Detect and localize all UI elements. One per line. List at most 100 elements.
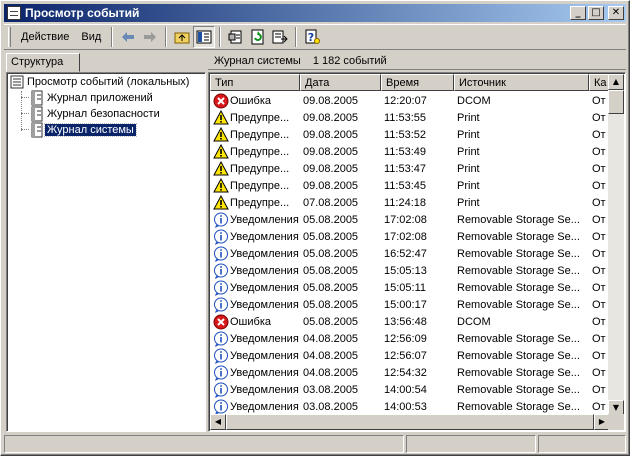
- cell-category: От: [592, 213, 606, 226]
- table-row[interactable]: Ошибка 09.08.2005 12:20:07 DCOM От: [210, 92, 609, 109]
- up-folder-icon[interactable]: [171, 26, 193, 48]
- cell-type: Предупре...: [210, 109, 300, 126]
- cell-type-text: Уведомления: [230, 247, 299, 260]
- tree-connector: [21, 113, 29, 114]
- toolbar-separator: [111, 27, 114, 47]
- console-tree[interactable]: Просмотр событий (локальных) Журнал прил…: [6, 72, 206, 432]
- cell-time: 15:00:17: [384, 298, 427, 311]
- cell-date: 05.08.2005: [303, 264, 359, 277]
- cell-type-text: Уведомления: [230, 383, 299, 396]
- toolbar-separator: [295, 27, 298, 47]
- toolbar-separator: [165, 27, 168, 47]
- vertical-scroll-thumb[interactable]: [608, 90, 624, 114]
- cell-date: 05.08.2005: [303, 247, 359, 260]
- cell-type: Уведомления: [210, 348, 300, 364]
- info-icon: [213, 280, 229, 296]
- sidebar-item-application-log[interactable]: Журнал приложений: [29, 90, 155, 106]
- column-header-type[interactable]: Тип: [210, 74, 300, 91]
- cell-type-text: Уведомления: [230, 366, 299, 379]
- cell-time: 17:02:08: [384, 213, 427, 226]
- cell-date: 09.08.2005: [303, 179, 359, 192]
- export-list-icon[interactable]: [269, 26, 291, 48]
- cell-type: Ошибка: [210, 93, 300, 109]
- cell-source: Removable Storage Se...: [457, 400, 580, 413]
- cell-source: Removable Storage Se...: [457, 298, 580, 311]
- table-row[interactable]: Предупре... 09.08.2005 11:53:45 Print От: [210, 177, 609, 194]
- table-row[interactable]: Предупре... 09.08.2005 11:53:52 Print От: [210, 126, 609, 143]
- warning-icon: [213, 194, 229, 211]
- event-list[interactable]: Тип Дата Время Источник Ка Ошибка 09.08.2…: [208, 72, 626, 432]
- column-header-category[interactable]: Ка: [589, 74, 609, 91]
- table-row[interactable]: Уведомления 05.08.2005 16:52:47 Removable S…: [210, 245, 609, 262]
- tree-root[interactable]: Просмотр событий (локальных): [9, 74, 191, 90]
- cell-type: Уведомления: [210, 365, 300, 381]
- table-row[interactable]: Уведомления 05.08.2005 17:02:08 Removable S…: [210, 211, 609, 228]
- table-row[interactable]: Предупре... 09.08.2005 11:53:47 Print От: [210, 160, 609, 177]
- cell-type: Уведомления: [210, 382, 300, 398]
- column-header-time[interactable]: Время: [381, 74, 454, 91]
- cell-type-text: Ошибка: [230, 315, 271, 328]
- cell-date: 09.08.2005: [303, 162, 359, 175]
- cell-type: Уведомления: [210, 212, 300, 228]
- back-arrow-icon[interactable]: [117, 26, 139, 48]
- table-row[interactable]: Уведомления 04.08.2005 12:56:09 Removable S…: [210, 330, 609, 347]
- cell-date: 04.08.2005: [303, 366, 359, 379]
- title-bar[interactable]: Просмотр событий _ □ ✕: [4, 4, 626, 22]
- cell-type-text: Уведомления: [230, 264, 299, 277]
- cell-source: Removable Storage Se...: [457, 332, 580, 345]
- warning-icon: [213, 160, 229, 177]
- minimize-button[interactable]: _: [570, 6, 586, 20]
- table-row[interactable]: Уведомления 05.08.2005 15:05:13 Removable S…: [210, 262, 609, 279]
- table-row[interactable]: Уведомления 04.08.2005 12:54:32 Removable S…: [210, 364, 609, 381]
- info-icon: [213, 382, 229, 398]
- tree-pane: Структура Просмотр событий (локальных) Ж…: [4, 52, 206, 432]
- warning-icon: [213, 126, 229, 143]
- cell-type: Уведомления: [210, 229, 300, 245]
- vertical-scrollbar[interactable]: ▲ ▼: [608, 74, 624, 416]
- cell-type-text: Предупре...: [230, 111, 290, 124]
- cell-type-text: Уведомления: [230, 281, 299, 294]
- properties-icon[interactable]: [225, 26, 247, 48]
- table-row[interactable]: Предупре... 07.08.2005 11:24:18 Print От: [210, 194, 609, 211]
- close-button[interactable]: ✕: [608, 6, 624, 20]
- refresh-icon[interactable]: [247, 26, 269, 48]
- event-viewer-icon: [10, 75, 24, 89]
- forward-arrow-icon[interactable]: [139, 26, 161, 48]
- sidebar-item-security-log[interactable]: Журнал безопасности: [29, 106, 162, 122]
- menu-action[interactable]: Действие: [15, 29, 75, 45]
- cell-time: 14:00:54: [384, 383, 427, 396]
- sidebar-item-system-log[interactable]: Журнал системы: [29, 122, 137, 138]
- cell-date: 05.08.2005: [303, 298, 359, 311]
- horizontal-scrollbar[interactable]: ◀ ▶: [210, 414, 610, 430]
- maximize-button[interactable]: □: [588, 6, 604, 20]
- horizontal-scroll-thumb[interactable]: [226, 414, 594, 430]
- toolbar-grip: [8, 27, 11, 47]
- column-header-source[interactable]: Источник: [454, 74, 589, 91]
- table-row[interactable]: Уведомления 05.08.2005 15:05:11 Removable S…: [210, 279, 609, 296]
- help-icon[interactable]: ?: [301, 26, 323, 48]
- cell-type-text: Предупре...: [230, 145, 290, 158]
- table-row[interactable]: Уведомления 05.08.2005 15:00:17 Removable S…: [210, 296, 609, 313]
- cell-type-text: Уведомления: [230, 213, 299, 226]
- show-hide-tree-icon[interactable]: [193, 26, 216, 48]
- cell-time: 16:52:47: [384, 247, 427, 260]
- table-row[interactable]: Уведомления 03.08.2005 14:00:53 Removable S…: [210, 398, 609, 415]
- table-row[interactable]: Уведомления 04.08.2005 12:56:07 Removable S…: [210, 347, 609, 364]
- menu-view[interactable]: Вид: [75, 29, 107, 45]
- cell-category: От: [592, 162, 606, 175]
- column-header-date[interactable]: Дата: [300, 74, 381, 91]
- tab-structure[interactable]: Структура: [6, 53, 80, 72]
- scroll-left-button[interactable]: ◀: [210, 414, 226, 430]
- cell-type-text: Ошибка: [230, 94, 271, 107]
- cell-type-text: Предупре...: [230, 128, 290, 141]
- table-row[interactable]: Ошибка 05.08.2005 13:56:48 DCOM От: [210, 313, 609, 330]
- table-row[interactable]: Предупре... 09.08.2005 11:53:55 Print От: [210, 109, 609, 126]
- status-bar: [4, 435, 626, 453]
- table-row[interactable]: Уведомления 03.08.2005 14:00:54 Removable S…: [210, 381, 609, 398]
- table-row[interactable]: Предупре... 09.08.2005 11:53:49 Print От: [210, 143, 609, 160]
- svg-text:?: ?: [308, 31, 314, 44]
- table-row[interactable]: Уведомления 05.08.2005 17:02:08 Removable S…: [210, 228, 609, 245]
- tree-item-label: Журнал приложений: [47, 92, 153, 104]
- scroll-up-button[interactable]: ▲: [608, 74, 624, 90]
- info-icon: [213, 365, 229, 381]
